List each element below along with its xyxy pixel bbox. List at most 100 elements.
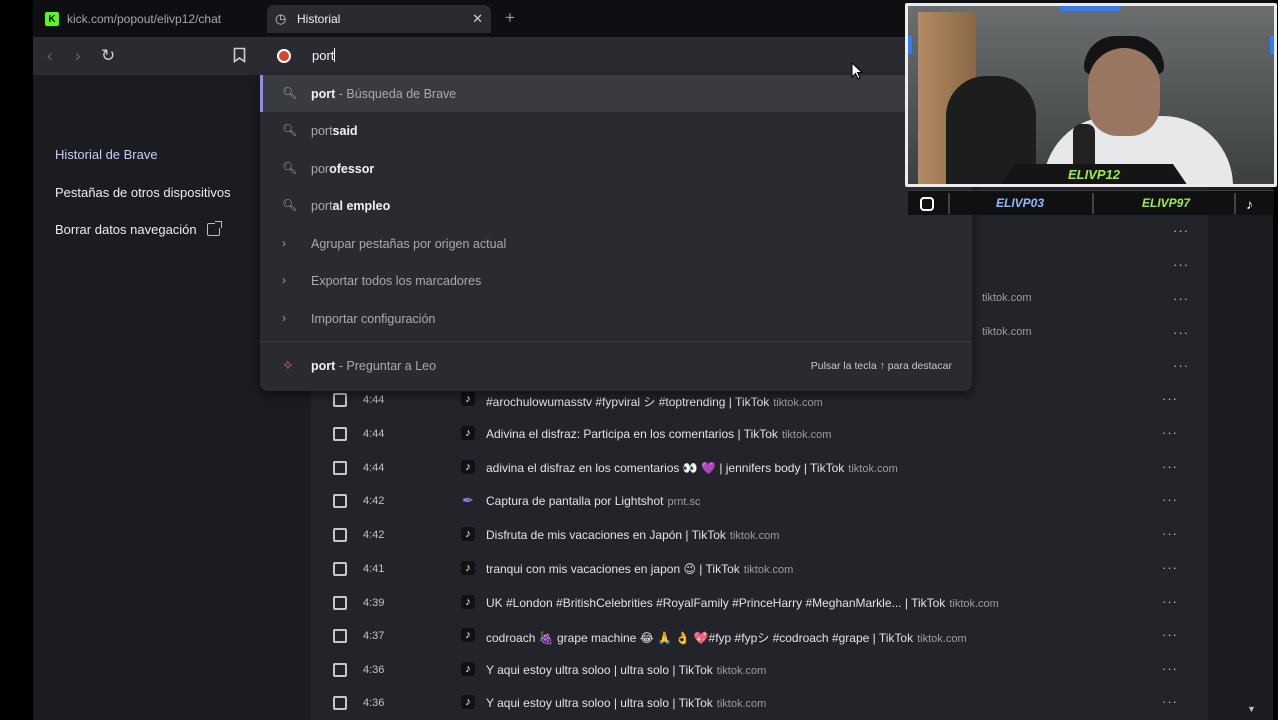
row-checkbox[interactable] [333,494,347,508]
instagram-icon [920,197,934,211]
history-row[interactable]: 4:44 ♪ adivina el disfraz en los comenta… [311,451,1208,485]
tiktok-icon: ♪ [461,460,475,474]
history-row[interactable]: 4:36 ♪ Y aqui estoy ultra soloo | ultra … [311,653,1208,687]
chevron-right-icon: › [282,311,286,325]
tiktok-icon: ♪ [461,527,475,541]
more-options-button[interactable]: ··· [1162,459,1178,474]
search-icon: 🔍︎ [282,123,298,137]
more-options-button[interactable]: ··· [1173,257,1189,272]
omnibox-suggestions: 🔍︎ port - Búsqueda de Brave 🔍︎ portsaid … [260,75,972,391]
row-title[interactable]: Y aqui estoy ultra soloo | ultra solo | … [486,663,766,677]
more-options-button[interactable]: ··· [1162,661,1178,676]
chevron-right-icon: › [282,273,286,287]
row-time: 4:44 [363,462,385,474]
history-row[interactable]: 4:42 ✒ Captura de pantalla por Lightshot… [311,484,1208,518]
sidebar-item-brave-history[interactable]: Historial de Brave [55,147,158,162]
row-title[interactable]: Y aqui estoy ultra soloo | ultra solo | … [486,696,766,710]
new-tab-button[interactable]: + [505,8,515,28]
history-row[interactable]: 4:36 ♪ Y aqui estoy ultra soloo | ultra … [311,686,1208,720]
row-title[interactable]: Disfruta de mis vacaciones en Japón | Ti… [486,528,779,542]
search-icon: 🔍︎ [282,198,298,212]
suggestion-command[interactable]: › Exportar todos los marcadores [260,262,972,299]
feather-icon: ✒ [462,492,474,508]
divider [260,341,972,342]
row-checkbox[interactable] [333,562,347,576]
tiktok-icon: ♪ [1246,196,1253,212]
more-options-button[interactable]: ··· [1173,223,1189,238]
more-options-button[interactable]: ··· [1162,526,1178,541]
row-checkbox[interactable] [333,629,347,643]
row-time: 4:44 [363,428,385,440]
sidebar-item-clear-data[interactable]: Borrar datos navegación [55,221,222,237]
mouse-cursor-icon [851,62,863,80]
social-bar: ELIVP03 ELIVP97 ♪ [908,190,1274,215]
more-options-button[interactable]: ··· [1173,358,1189,373]
tab-label: Historial [297,12,341,26]
forward-button[interactable]: › [75,46,81,66]
back-button[interactable]: ‹ [47,46,53,66]
row-checkbox[interactable] [333,663,347,677]
suggestion-ask-leo[interactable]: ✧ port - Preguntar a Leo Pulsar la tecla… [260,347,972,384]
row-title[interactable]: adivina el disfraz en los comentarios 👀 … [486,461,898,475]
bookmark-icon[interactable] [233,47,246,68]
suggestion-item[interactable]: 🔍︎ port - Búsqueda de Brave [260,75,972,112]
search-icon: 🔍︎ [282,86,298,100]
row-title[interactable]: Adivina el disfraz: Participa en los com… [486,427,831,441]
row-time: 4:36 [363,697,385,709]
brave-icon [277,49,291,63]
suggestion-item[interactable]: 🔍︎ portsaid [260,112,972,149]
more-options-button[interactable]: ··· [1162,492,1178,507]
address-bar[interactable]: port [260,41,972,71]
more-options-button[interactable]: ··· [1162,560,1178,575]
tab-label: kick.com/popout/elivp12/chat [67,12,222,26]
row-checkbox[interactable] [333,528,347,542]
suggestion-item[interactable]: 🔍︎ portal empleo [260,187,972,224]
more-options-button[interactable]: ··· [1162,694,1178,709]
suggestion-command[interactable]: › Importar configuración [260,300,972,337]
history-row[interactable]: 4:39 ♪ UK #London #BritishCelebrities #R… [311,586,1208,620]
chevron-right-icon: › [282,236,286,250]
row-checkbox[interactable] [333,393,347,407]
suggestion-command[interactable]: › Agrupar pestañas por origen actual [260,225,972,262]
row-checkbox[interactable] [333,596,347,610]
sidebar-item-other-devices[interactable]: Pestañas de otros dispositivos [55,185,231,200]
row-time: 4:42 [363,495,385,507]
row-title[interactable]: Captura de pantalla por Lightshot prnt.sc [486,494,700,508]
kick-icon: K [45,12,59,26]
reload-button[interactable]: ↻ [101,46,115,66]
tiktok-icon: ♪ [461,695,475,709]
suggestion-item[interactable]: 🔍︎ porofessor [260,150,972,187]
row-title[interactable]: codroach 🍇 grape machine 😂 🙏 👌 💖#fyp #fy… [486,629,967,646]
row-time: 4:36 [363,664,385,676]
more-options-button[interactable]: ··· [1162,425,1178,440]
history-row[interactable]: 4:42 ♪ Disfruta de mis vacaciones en Jap… [311,518,1208,552]
tiktok-icon: ♪ [461,662,475,676]
webcam-frame: ELIVP12 [905,3,1277,187]
row-checkbox[interactable] [333,461,347,475]
search-icon: 🔍︎ [282,161,298,175]
scroll-down-icon[interactable]: ▼ [1247,704,1256,714]
row-title[interactable]: tranqui con mis vacaciones en japon 😉 | … [486,562,793,576]
tiktok-icon: ♪ [461,426,475,440]
history-row[interactable]: 4:37 ♪ codroach 🍇 grape machine 😂 🙏 👌 💖#… [311,619,1208,653]
row-time: 4:44 [363,394,385,406]
row-checkbox[interactable] [333,696,347,710]
row-title[interactable]: #arochulowumasstv #fypviral シ #toptrendi… [486,393,823,410]
close-icon[interactable]: ✕ [472,11,483,27]
more-options-button[interactable]: ··· [1162,391,1178,406]
row-checkbox[interactable] [333,427,347,441]
history-row[interactable]: 4:41 ♪ tranqui con mis vacaciones en jap… [311,552,1208,586]
more-options-button[interactable]: ··· [1173,325,1189,340]
tiktok-icon: ♪ [461,561,475,575]
row-time: 4:41 [363,563,385,575]
tab-kick-chat[interactable]: K kick.com/popout/elivp12/chat [37,5,265,33]
more-options-button[interactable]: ··· [1162,627,1178,642]
row-title[interactable]: UK #London #BritishCelebrities #RoyalFam… [486,596,999,610]
more-options-button[interactable]: ··· [1173,291,1189,306]
address-input[interactable]: port [312,48,336,63]
streamer-name: ELIVP12 [1000,164,1188,184]
history-row[interactable]: 4:44 ♪ Adivina el disfraz: Participa en … [311,417,1208,451]
more-options-button[interactable]: ··· [1162,594,1178,609]
tab-history[interactable]: ◷ Historial ✕ [267,5,491,33]
social-handle: ELIVP97 [1142,196,1191,210]
